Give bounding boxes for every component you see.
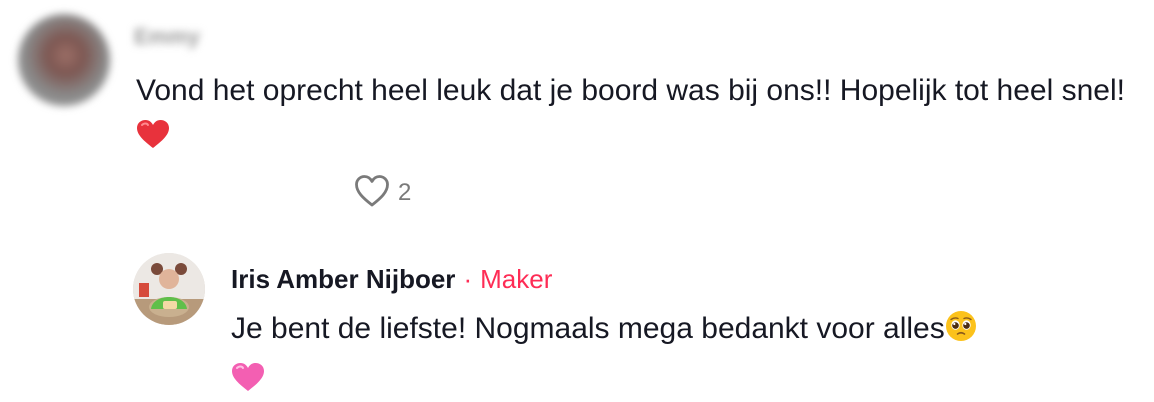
pink-heart-icon (231, 360, 265, 402)
pleading-face-icon (945, 310, 977, 356)
red-heart-icon (136, 117, 170, 162)
comment-body: Vond het oprecht heel leuk dat je boord … (136, 68, 1136, 162)
commenter-username[interactable]: Emmy (134, 22, 200, 52)
comment-text: Vond het oprecht heel leuk dat je boord … (136, 74, 1125, 107)
header-separator: · (463, 264, 473, 294)
creator-badge: Maker (480, 264, 553, 294)
reply-header: Iris Amber Nijboer · Maker (231, 261, 552, 297)
comment-like-row: 2 (354, 174, 412, 213)
commenter-avatar[interactable] (18, 14, 110, 106)
reply-author-avatar[interactable] (133, 253, 205, 325)
like-count: 2 (398, 179, 412, 206)
reply-author-name[interactable]: Iris Amber Nijboer (231, 261, 455, 297)
heart-outline-icon[interactable] (354, 174, 390, 213)
reply-body: Je bent de liefste! Nogmaals mega bedank… (231, 306, 1141, 402)
reply-text: Je bent de liefste! Nogmaals mega bedank… (231, 312, 945, 345)
comment-thread: Emmy Vond het oprecht heel leuk dat je b… (0, 0, 1154, 402)
